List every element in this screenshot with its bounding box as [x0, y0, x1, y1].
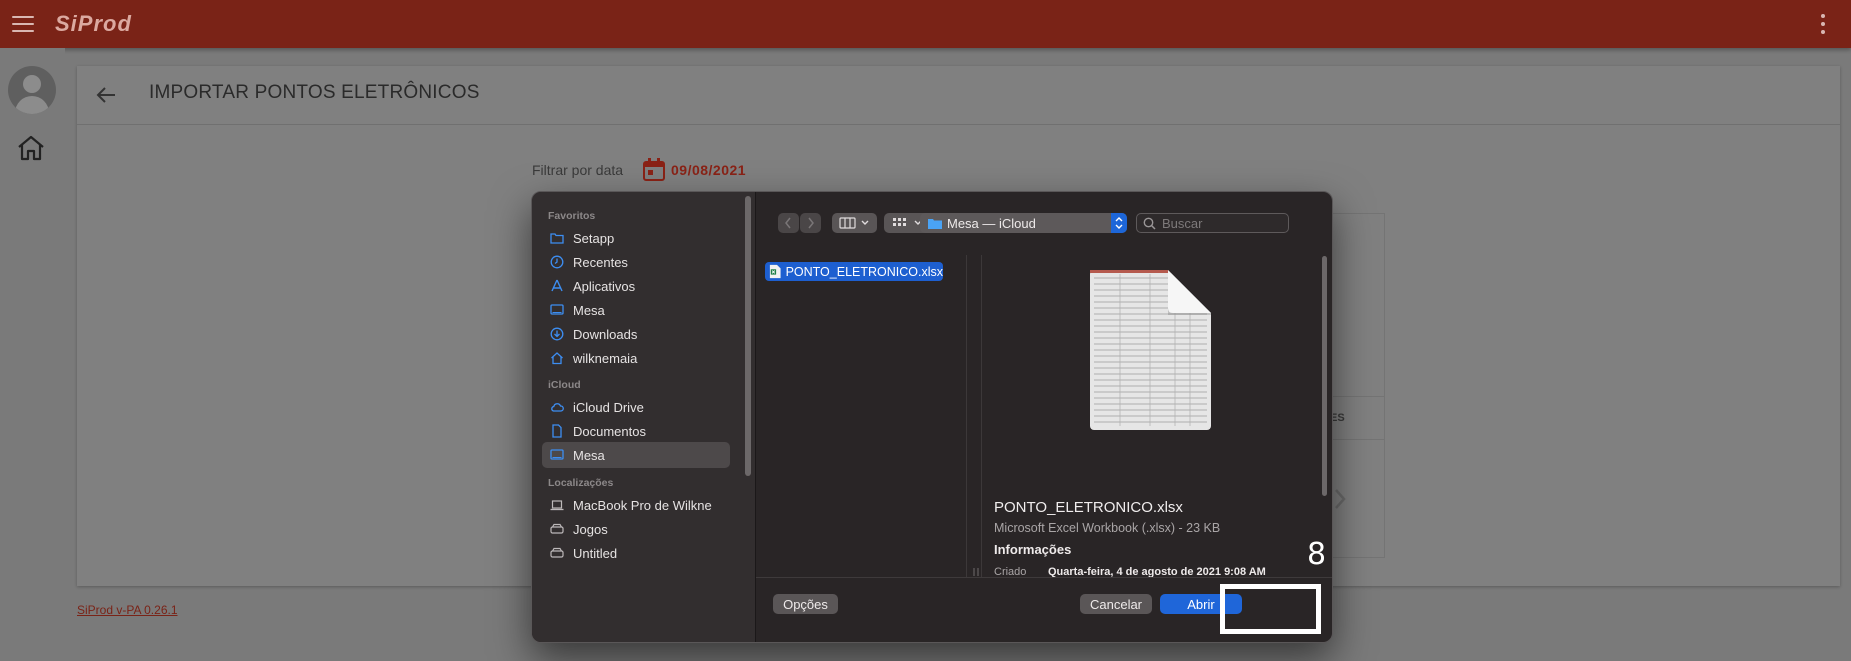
search-icon: [1143, 217, 1156, 230]
app-logo[interactable]: SiProd: [55, 11, 132, 37]
drive-icon: [550, 547, 564, 558]
file-row[interactable]: PONTO_ELETRONICO.xlsx: [765, 262, 943, 281]
dialog-toolbar: Mesa — iCloud Buscar: [756, 192, 1332, 254]
sidebar-item-jogos[interactable]: Jogos: [542, 516, 730, 542]
nav-back-button[interactable]: [778, 213, 799, 233]
sidebar-item-label: Mesa: [573, 302, 605, 318]
preview-file-kind: Microsoft Excel Workbook (.xlsx) - 23 KB: [994, 521, 1221, 535]
folder-icon: [550, 233, 564, 244]
preview-scrollbar[interactable]: [1322, 256, 1327, 496]
sidebar-item-wilknemaia[interactable]: wilknemaia: [542, 345, 730, 371]
options-button[interactable]: Opções: [773, 594, 838, 614]
column-view-button[interactable]: [832, 213, 877, 233]
app-bar: SiProd: [0, 0, 1851, 48]
sidebar-item-setapp[interactable]: Setapp: [542, 225, 730, 251]
card-header: IMPORTAR PONTOS ELETRÔNICOS: [77, 66, 1840, 125]
sidebar-item-label: Setapp: [573, 230, 615, 246]
clock-icon: [550, 255, 564, 269]
hamburger-menu-icon[interactable]: [12, 14, 34, 34]
preview-info-heading: Informações: [994, 542, 1072, 557]
sidebar-item-label: Documentos: [573, 423, 646, 439]
dialog-sidebar: Favoritos Setapp Recentes Aplicativos Me…: [532, 192, 756, 642]
chevron-right-icon: [808, 217, 814, 229]
step-highlight-box: [1220, 584, 1321, 634]
preview-file-name: PONTO_ELETRONICO.xlsx: [994, 499, 1183, 516]
spreadsheet-thumbnail: [1090, 270, 1211, 430]
chevron-right-icon: [1335, 489, 1346, 509]
drive-icon: [550, 523, 564, 534]
file-open-dialog: Favoritos Setapp Recentes Aplicativos Me…: [531, 191, 1333, 643]
sidebar-item-mesa[interactable]: Mesa: [542, 297, 730, 323]
sidebar-heading-icloud: iCloud: [548, 379, 581, 391]
sidebar-item-label: iCloud Drive: [573, 399, 644, 415]
sidebar-item-label: Aplicativos: [573, 278, 636, 294]
sidebar-item-mesa-icloud[interactable]: Mesa: [542, 442, 730, 468]
download-icon: [550, 327, 564, 341]
up-down-chevron-icon: [1115, 217, 1123, 229]
nav-forward-button[interactable]: [800, 213, 821, 233]
sidebar-item-aplicativos[interactable]: Aplicativos: [542, 273, 730, 299]
sidebar-item-untitled[interactable]: Untitled: [542, 540, 730, 566]
excel-file-icon: [769, 264, 781, 279]
sidebar-item-icloud-drive[interactable]: iCloud Drive: [542, 394, 730, 420]
version-link[interactable]: SiProd v-PA 0.26.1: [77, 603, 178, 617]
sidebar-item-downloads[interactable]: Downloads: [542, 321, 730, 347]
sidebar-item-label: Recentes: [573, 254, 628, 270]
sidebar-scrollbar[interactable]: [745, 196, 751, 476]
home-icon[interactable]: [16, 134, 46, 162]
search-placeholder: Buscar: [1162, 215, 1203, 231]
page-title: IMPORTAR PONTOS ELETRÔNICOS: [149, 82, 480, 103]
columns-view-icon: [839, 217, 869, 229]
sidebar-item-label: Untitled: [573, 545, 618, 561]
desktop-icon: [550, 304, 564, 315]
file-list-column: PONTO_ELETRONICO.xlsx: [756, 255, 967, 577]
cloud-icon: [551, 403, 564, 412]
folder-icon: [928, 218, 942, 229]
document-icon: [552, 424, 562, 438]
preview-pane: PONTO_ELETRONICO.xlsx Microsoft Excel Wo…: [981, 255, 1322, 578]
laptop-icon: [550, 500, 564, 511]
sidebar-item-label: wilknemaia: [573, 350, 638, 366]
column-resize-handle-icon[interactable]: [972, 567, 980, 577]
step-number-label: 8: [1307, 537, 1327, 572]
chevron-left-icon: [785, 217, 791, 229]
more-options-icon[interactable]: [1821, 14, 1825, 34]
sidebar-item-documentos[interactable]: Documentos: [542, 418, 730, 444]
file-name: PONTO_ELETRONICO.xlsx: [785, 264, 943, 279]
sidebar-item-label: Mesa: [573, 447, 605, 463]
search-field[interactable]: Buscar: [1136, 213, 1289, 233]
desktop-icon: [550, 449, 564, 460]
sidebar-heading-locations: Localizações: [548, 477, 614, 489]
sidebar-item-label: Downloads: [573, 326, 638, 342]
apps-icon: [551, 279, 563, 292]
avatar[interactable]: [8, 66, 56, 114]
calendar-icon[interactable]: [643, 158, 665, 181]
location-popup[interactable]: Mesa — iCloud: [920, 213, 1127, 233]
location-stepper[interactable]: [1111, 213, 1127, 233]
sidebar-item-label: MacBook Pro de Wilkne: [573, 497, 712, 513]
sidebar-item-label: Jogos: [573, 521, 608, 537]
home-icon: [551, 352, 563, 365]
sidebar-item-recentes[interactable]: Recentes: [542, 249, 730, 275]
location-label: Mesa — iCloud: [947, 215, 1036, 231]
filter-date-value[interactable]: 09/08/2021: [671, 162, 746, 178]
sidebar-heading-favorites: Favoritos: [548, 210, 596, 222]
back-arrow-icon[interactable]: [95, 84, 117, 106]
filter-label: Filtrar por data: [532, 162, 624, 178]
sidebar-item-macbook[interactable]: MacBook Pro de Wilkne: [542, 492, 730, 518]
cancel-button[interactable]: Cancelar: [1080, 594, 1152, 614]
